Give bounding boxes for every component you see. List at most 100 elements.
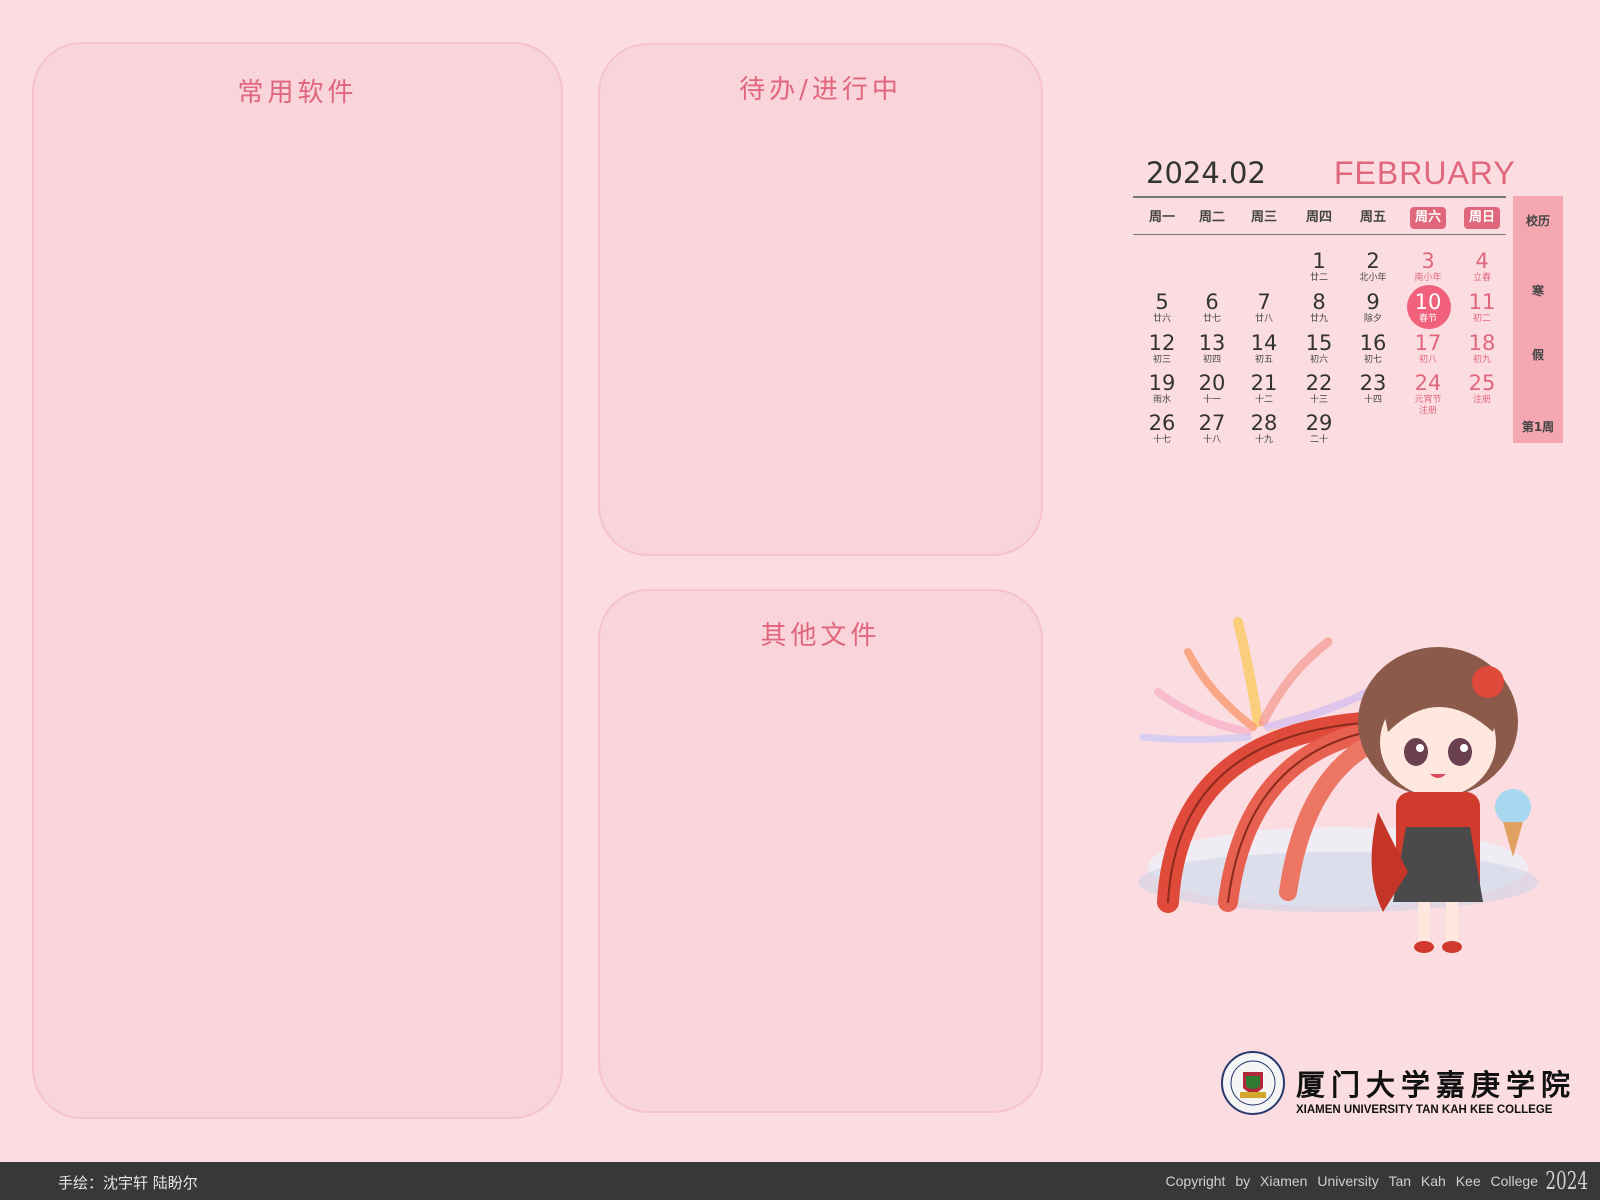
- calendar-day-number: 29: [1305, 411, 1333, 435]
- college-name-en: XIAMEN UNIVERSITY TAN KAH KEE COLLEGE: [1296, 1104, 1553, 1116]
- calendar-day-lunar: 十九: [1254, 435, 1273, 445]
- calendar-day-26[interactable]: 26 十七: [1136, 411, 1188, 446]
- footer-copyright: Copyright by Xiamen University Tan Kah K…: [1165, 1173, 1538, 1189]
- calendar-day-5[interactable]: 5 廿六: [1136, 290, 1188, 325]
- calendar-day-lunar: 初七: [1363, 355, 1382, 365]
- calendar-day-number: 25: [1468, 371, 1496, 395]
- weekday-header-2: 周三: [1250, 210, 1277, 225]
- calendar-day-number: 23: [1359, 371, 1387, 395]
- calendar-day-number: 17: [1414, 331, 1442, 355]
- calendar-day-11[interactable]: 11 初二: [1456, 290, 1508, 325]
- calendar-day-1[interactable]: 1 廿二: [1293, 249, 1345, 284]
- calendar-day-29[interactable]: 29 二十: [1293, 411, 1345, 446]
- calendar-day-number: 15: [1305, 331, 1333, 355]
- calendar-day-lunar: 廿九: [1309, 314, 1328, 324]
- calendar-day-lunar: 廿八: [1254, 314, 1273, 324]
- mascot-illustration: [1138, 617, 1538, 953]
- calendar-day-lunar: 初八: [1418, 355, 1437, 365]
- calendar-day-27[interactable]: 27 十八: [1186, 411, 1238, 446]
- calendar-day-number: 7: [1257, 290, 1271, 314]
- calendar-day-7[interactable]: 7 廿八: [1238, 290, 1290, 325]
- other-files-title: 其他文件: [760, 621, 881, 651]
- calendar-day-number: 11: [1468, 290, 1496, 314]
- calendar-day-number: 21: [1250, 371, 1278, 395]
- calendar-day-21[interactable]: 21 十二: [1238, 371, 1290, 406]
- calendar-day-lunar: 初九: [1472, 355, 1491, 365]
- calendar-day-lunar: 十七: [1152, 435, 1171, 445]
- calendar-day-number: 28: [1250, 411, 1278, 435]
- calendar-day-lunar: 廿七: [1202, 314, 1221, 324]
- calendar-day-2[interactable]: 2 北小年: [1347, 249, 1399, 284]
- calendar-day-number: 26: [1148, 411, 1176, 435]
- calendar-day-16[interactable]: 16 初七: [1347, 331, 1399, 366]
- college-name-cn: 厦门大学嘉庚学院: [1296, 1068, 1577, 1102]
- calendar-day-lunar: 元宵节: [1414, 395, 1442, 405]
- calendar-day-24[interactable]: 24 元宵节 注册: [1402, 371, 1454, 417]
- weekday-header-1: 周二: [1198, 210, 1225, 225]
- side-label-calendar: 校历: [1525, 214, 1550, 228]
- calendar-day-number: 27: [1198, 411, 1226, 435]
- calendar-day-13[interactable]: 13 初四: [1186, 331, 1238, 366]
- calendar-day-3[interactable]: 3 南小年: [1402, 249, 1454, 284]
- calendar-day-4[interactable]: 4 立春: [1456, 249, 1508, 284]
- todo-panel[interactable]: 待办/进行中: [598, 43, 1043, 556]
- calendar-day-17[interactable]: 17 初八: [1402, 331, 1454, 366]
- calendar-day-lunar: 初二: [1472, 314, 1491, 324]
- calendar-day-lunar: 初六: [1309, 355, 1328, 365]
- calendar-day-lunar: 二十: [1309, 435, 1328, 445]
- calendar-day-9[interactable]: 9 除夕: [1347, 290, 1399, 325]
- calendar-day-lunar: 初五: [1254, 355, 1273, 365]
- calendar-day-number: 12: [1148, 331, 1176, 355]
- calendar-day-lunar: 春节: [1418, 314, 1437, 324]
- calendar-day-lunar: 初四: [1202, 355, 1221, 365]
- calendar-day-number: 3: [1421, 249, 1435, 273]
- todo-title: 待办/进行中: [739, 75, 902, 105]
- calendar-day-23[interactable]: 23 十四: [1347, 371, 1399, 406]
- calendar-day-14[interactable]: 14 初五: [1238, 331, 1290, 366]
- calendar-day-number: 1: [1312, 249, 1326, 273]
- calendar-day-lunar: 廿二: [1309, 273, 1328, 283]
- calendar-day-8[interactable]: 8 廿九: [1293, 290, 1345, 325]
- calendar-day-lunar: 十三: [1309, 395, 1328, 405]
- weekday-header-0: 周一: [1148, 210, 1175, 225]
- calendar-day-number: 19: [1148, 371, 1176, 395]
- side-label-vacation: 假: [1531, 348, 1544, 362]
- calendar-day-lunar: 立春: [1472, 273, 1491, 283]
- calendar-day-number: 22: [1305, 371, 1333, 395]
- calendar-day-22[interactable]: 22 十三: [1293, 371, 1345, 406]
- calendar-day-28[interactable]: 28 十九: [1238, 411, 1290, 446]
- common-software-title: 常用软件: [237, 78, 358, 108]
- weekday-header-3: 周四: [1305, 210, 1332, 225]
- calendar-day-lunar: 北小年: [1359, 273, 1387, 283]
- calendar-day-25[interactable]: 25 注册: [1456, 371, 1508, 406]
- college-emblem-icon: [1221, 1051, 1285, 1115]
- calendar-day-lunar: 十四: [1363, 395, 1382, 405]
- calendar-day-6[interactable]: 6 廿七: [1186, 290, 1238, 325]
- calendar-day-number: 10: [1414, 290, 1442, 314]
- calendar-day-18[interactable]: 18 初九: [1456, 331, 1508, 366]
- calendar-day-lunar: 雨水: [1152, 395, 1171, 405]
- calendar-day-lunar: 注册: [1472, 395, 1491, 405]
- calendar-day-lunar: 十一: [1202, 395, 1221, 405]
- calendar-day-number: 9: [1366, 290, 1380, 314]
- calendar-day-number: 14: [1250, 331, 1278, 355]
- calendar-day-15[interactable]: 15 初六: [1293, 331, 1345, 366]
- calendar-day-19[interactable]: 19 雨水: [1136, 371, 1188, 406]
- common-software-panel[interactable]: 常用软件: [32, 42, 563, 1119]
- calendar-day-note: 注册: [1418, 406, 1437, 416]
- calendar-day-lunar: 十二: [1254, 395, 1273, 405]
- calendar-day-12[interactable]: 12 初三: [1136, 331, 1188, 366]
- other-files-panel[interactable]: 其他文件: [598, 589, 1043, 1113]
- calendar-month-name: FEBRUARY: [1334, 155, 1516, 191]
- calendar-day-number: 18: [1468, 331, 1496, 355]
- footer-credit: 手绘：沈宇轩 陆盼尔: [58, 1174, 198, 1192]
- calendar-day-number: 20: [1198, 371, 1226, 395]
- calendar-day-lunar: 初三: [1152, 355, 1171, 365]
- weekday-header-4: 周五: [1359, 210, 1386, 225]
- calendar-day-20[interactable]: 20 十一: [1186, 371, 1238, 406]
- calendar-rule-bottom: [1133, 234, 1506, 235]
- calendar-day-number: 4: [1475, 249, 1489, 273]
- calendar-day-number: 6: [1205, 290, 1219, 314]
- calendar-day-10[interactable]: 10 春节: [1402, 290, 1454, 325]
- footer-year: 2024: [1545, 1167, 1588, 1195]
